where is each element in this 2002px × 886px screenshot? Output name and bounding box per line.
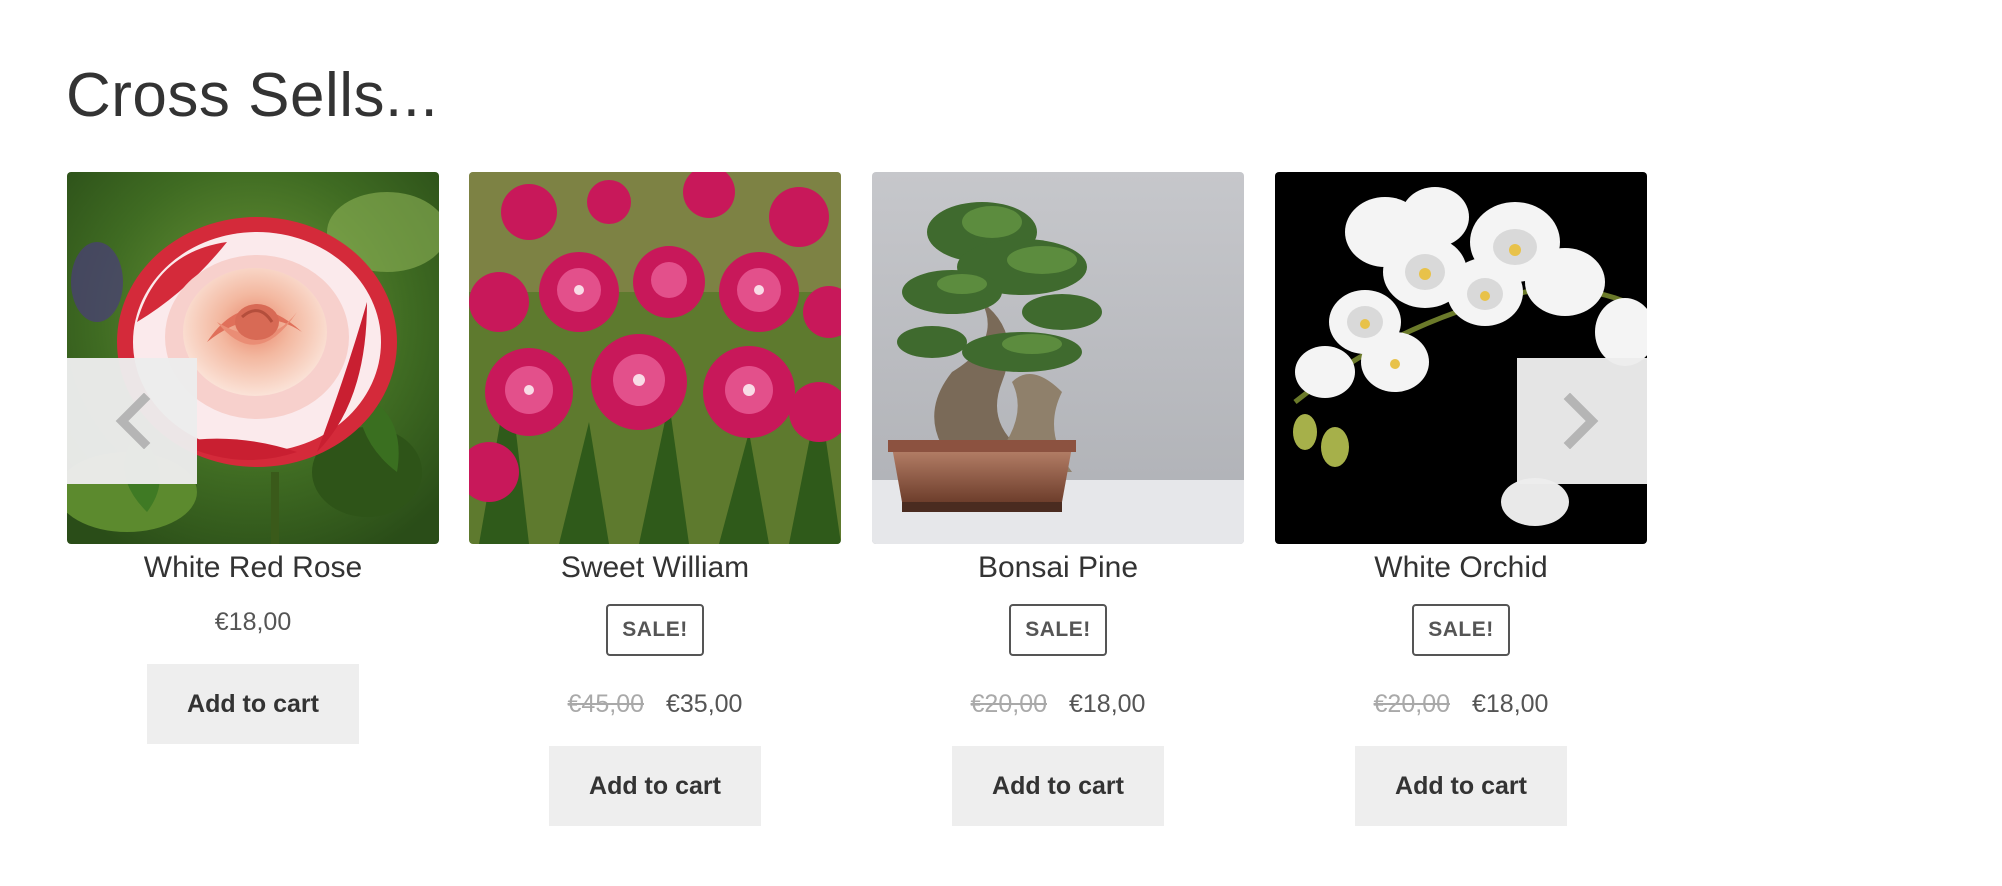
add-to-cart-button[interactable]: Add to cart xyxy=(549,746,761,826)
add-to-cart-button[interactable]: Add to cart xyxy=(952,746,1164,826)
current-price: €18,00 xyxy=(1069,690,1146,718)
product-price: €20,00 €18,00 xyxy=(1275,686,1647,722)
old-price: €45,00 xyxy=(567,690,644,718)
old-price: €20,00 xyxy=(1373,690,1450,718)
chevron-left-icon xyxy=(115,393,151,449)
product-image[interactable] xyxy=(872,172,1244,544)
add-to-cart-button[interactable]: Add to cart xyxy=(147,664,359,744)
product-title[interactable]: Sweet William xyxy=(469,544,841,596)
carousel-next-button[interactable] xyxy=(1517,358,1647,484)
product-card-white-orchid: White Orchid SALE! €20,00 €18,00 Add to c… xyxy=(1275,172,1647,826)
product-price: €18,00 xyxy=(67,604,439,640)
sweet-william-photo xyxy=(469,172,841,544)
product-title[interactable]: White Orchid xyxy=(1275,544,1647,596)
product-price: €45,00 €35,00 xyxy=(469,686,841,722)
product-title[interactable]: Bonsai Pine xyxy=(872,544,1244,596)
product-price: €20,00 €18,00 xyxy=(872,686,1244,722)
sale-badge: SALE! xyxy=(606,604,704,656)
current-price: €18,00 xyxy=(214,608,292,636)
sale-badge: SALE! xyxy=(1009,604,1107,656)
add-to-cart-button[interactable]: Add to cart xyxy=(1355,746,1567,826)
old-price: €20,00 xyxy=(970,690,1047,718)
section-title: Cross Sells... xyxy=(66,61,439,130)
carousel-prev-button[interactable] xyxy=(67,358,197,484)
product-carousel: White Red Rose €18,00 Add to cart Sweet … xyxy=(67,172,1647,872)
sale-badge: SALE! xyxy=(1412,604,1510,656)
bonsai-pine-photo xyxy=(872,172,1244,544)
product-card-sweet-william: Sweet William SALE! €45,00 €35,00 Add to … xyxy=(469,172,841,826)
current-price: €35,00 xyxy=(666,690,743,718)
product-image[interactable] xyxy=(469,172,841,544)
product-title[interactable]: White Red Rose xyxy=(67,544,439,596)
cross-sells-page: Cross Sells... White Red Rose €18,00 Add… xyxy=(0,0,2002,886)
chevron-right-icon xyxy=(1563,393,1599,449)
current-price: €18,00 xyxy=(1472,690,1549,718)
product-card-bonsai-pine: Bonsai Pine SALE! €20,00 €18,00 Add to ca… xyxy=(872,172,1244,826)
